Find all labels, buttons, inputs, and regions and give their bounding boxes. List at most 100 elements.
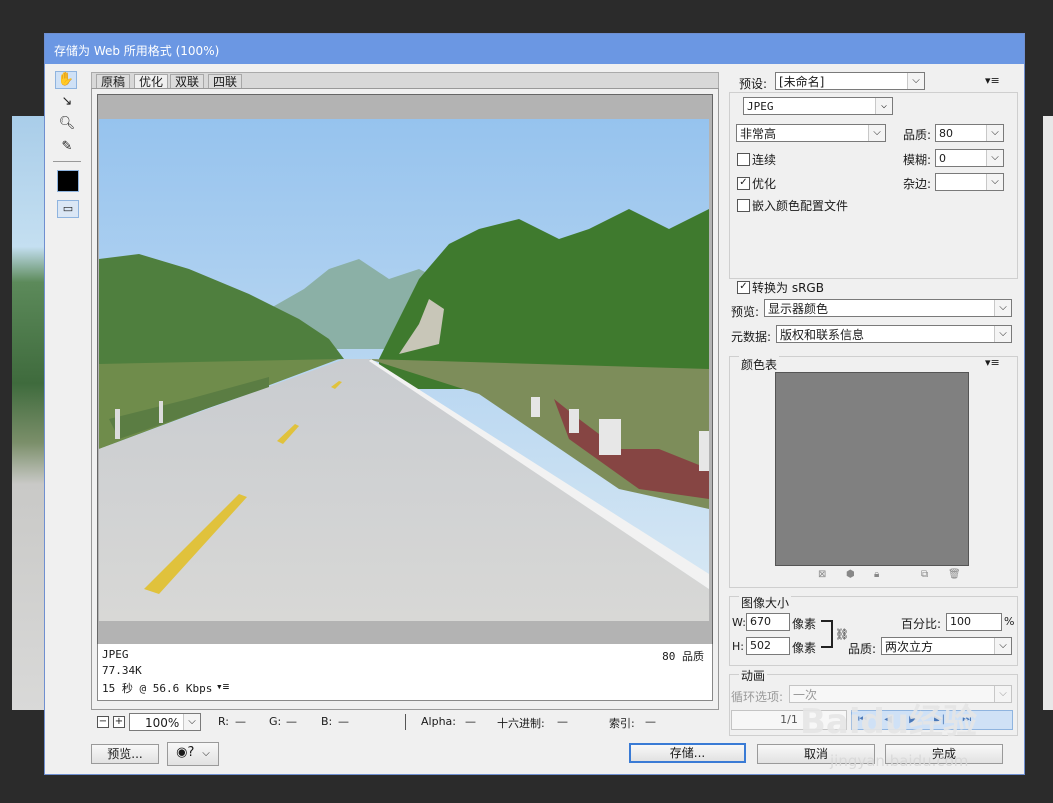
color-table-swatch[interactable] (775, 372, 969, 566)
toggle-slices-icon[interactable]: ▭ (57, 200, 79, 218)
chevron-down-icon: ⌵ (986, 150, 1003, 166)
resample-quality-value: 两次立方 (885, 640, 934, 654)
quality-value: 80 (939, 127, 953, 140)
chevron-down-icon: ⌵ (868, 125, 885, 141)
map-transparent-icon[interactable]: ⊠ (818, 569, 826, 580)
zoom-tool-icon[interactable]: 🔍︎ (56, 115, 78, 133)
download-time-menu-icon[interactable]: ▾≡ (216, 680, 229, 693)
preset-value: [未命名] (779, 75, 825, 89)
zoom-level-value: 100% (145, 716, 180, 730)
slice-select-tool-icon[interactable]: ↘ (56, 93, 78, 111)
baidu-watermark-url: jingyan.baidu.com (830, 752, 969, 770)
web-snap-icon[interactable]: ⬢ (846, 569, 855, 580)
percent-input[interactable]: 100 (946, 613, 1002, 631)
dialog-title: 存储为 Web 所用格式 (100%) (54, 44, 220, 58)
file-format-select[interactable]: JPEG ⌵ (743, 97, 893, 115)
preview-mode-select[interactable]: 显示器颜色 ⌵ (764, 299, 1012, 317)
image-size-title: 图像大小 (739, 594, 792, 611)
compression-quality-value: 非常高 (740, 127, 777, 141)
info-quality: 80 品质 (662, 650, 704, 663)
b-label: B: (321, 715, 333, 728)
r-label: R: (218, 715, 230, 728)
metadata-select[interactable]: 版权和联系信息 ⌵ (776, 325, 1012, 343)
optimization-info: JPEG 77.34K 15 秒 @ 56.6 Kbps ▾≡ 80 品质 (97, 644, 713, 701)
preview-button[interactable]: 预览... (91, 744, 159, 764)
quality-input[interactable]: 80 ⌵ (935, 124, 1004, 142)
embed-profile-label: 嵌入颜色配置文件 (752, 199, 849, 213)
zoom-level-select[interactable]: 100% ⌵ (129, 713, 201, 731)
optimized-checkbox[interactable]: ✓ (737, 177, 750, 190)
blur-value: 0 (939, 152, 946, 165)
resample-quality-select[interactable]: 两次立方 ⌵ (881, 637, 1012, 655)
animation-title: 动画 (739, 667, 768, 684)
r-value: — (235, 715, 246, 728)
blur-label: 模糊: (903, 153, 932, 167)
quality-label: 品质: (903, 128, 932, 142)
eyedropper-tool-icon[interactable]: ✎ (56, 138, 78, 156)
frame-counter-value: 1/1 (780, 713, 798, 726)
convert-srgb-checkbox[interactable]: ✓ (737, 281, 750, 294)
resample-quality-label: 品质: (848, 642, 877, 656)
browser-preview-button[interactable]: ◉? ⌵ (167, 742, 219, 766)
metadata-label: 元数据: (731, 330, 772, 344)
zoom-in-icon[interactable]: + (113, 716, 125, 728)
metadata-value: 版权和联系信息 (780, 328, 865, 342)
percent-unit: % (1004, 615, 1015, 628)
height-value: 502 (750, 639, 771, 652)
height-input[interactable]: 502 (746, 637, 790, 655)
percent-label: 百分比: (901, 617, 942, 631)
file-format-value: JPEG (747, 100, 774, 113)
index-label: 索引: (609, 717, 635, 730)
chevron-down-icon: ⌵ (875, 98, 892, 114)
info-file-size: 77.34K (102, 664, 142, 677)
image-frame (97, 94, 713, 646)
zoom-out-icon[interactable]: − (97, 716, 109, 728)
width-label: W: (732, 616, 746, 629)
index-value: — (645, 715, 656, 728)
eyedropper-color-swatch[interactable] (57, 170, 79, 192)
title-bar: 存储为 Web 所用格式 (100%) (45, 34, 1024, 64)
baidu-watermark: Baidu经验 (800, 702, 978, 742)
trash-icon[interactable]: 🗑︎ (948, 569, 961, 580)
toolbox-divider (53, 161, 81, 162)
chevron-down-icon: ⌵ (986, 174, 1003, 190)
preset-select[interactable]: [未命名] ⌵ (775, 72, 925, 90)
chevron-down-icon: ⌵ (994, 638, 1011, 654)
blur-input[interactable]: 0 ⌵ (935, 149, 1004, 167)
preview-image[interactable] (99, 119, 709, 621)
width-unit: 像素 (792, 617, 817, 631)
chevron-down-icon: ⌵ (994, 300, 1011, 316)
percent-value: 100 (950, 615, 971, 628)
chevron-down-icon: ⌵ (183, 714, 200, 730)
height-label: H: (732, 640, 744, 653)
hand-tool-icon[interactable]: ✋ (55, 71, 77, 89)
background-document-edge (1043, 116, 1053, 710)
optimized-label: 优化 (752, 177, 777, 191)
chevron-down-icon: ⌵ (994, 326, 1011, 342)
matte-label: 杂边: (903, 177, 932, 191)
lock-color-icon[interactable]: 🔒︎ (874, 569, 879, 580)
hex-value: — (557, 715, 568, 728)
color-table-title: 颜色表 (739, 356, 780, 373)
new-color-icon[interactable]: ⧉ (921, 569, 928, 580)
browser-help-icon: ◉? (176, 745, 195, 760)
color-table-menu-icon[interactable]: ▾≡ (985, 356, 1000, 369)
link-icon[interactable]: ⛓︎ (835, 628, 849, 641)
alpha-label: Alpha: (421, 715, 456, 728)
progressive-checkbox[interactable] (737, 153, 750, 166)
status-divider (405, 714, 406, 730)
preview-mode-value: 显示器颜色 (768, 302, 829, 316)
width-input[interactable]: 670 (746, 613, 790, 631)
chevron-down-icon: ⌵ (994, 686, 1011, 702)
g-value: — (286, 715, 297, 728)
progressive-label: 连续 (752, 153, 777, 167)
save-button[interactable]: 存储... (629, 743, 746, 763)
height-unit: 像素 (792, 641, 817, 655)
width-value: 670 (750, 615, 771, 628)
compression-quality-select[interactable]: 非常高 ⌵ (736, 124, 886, 142)
info-format: JPEG (102, 648, 129, 661)
matte-select[interactable]: ⌵ (935, 173, 1004, 191)
optimize-menu-icon[interactable]: ▾≡ (985, 74, 1000, 87)
chevron-down-icon: ⌵ (907, 73, 924, 89)
embed-profile-checkbox[interactable] (737, 199, 750, 212)
